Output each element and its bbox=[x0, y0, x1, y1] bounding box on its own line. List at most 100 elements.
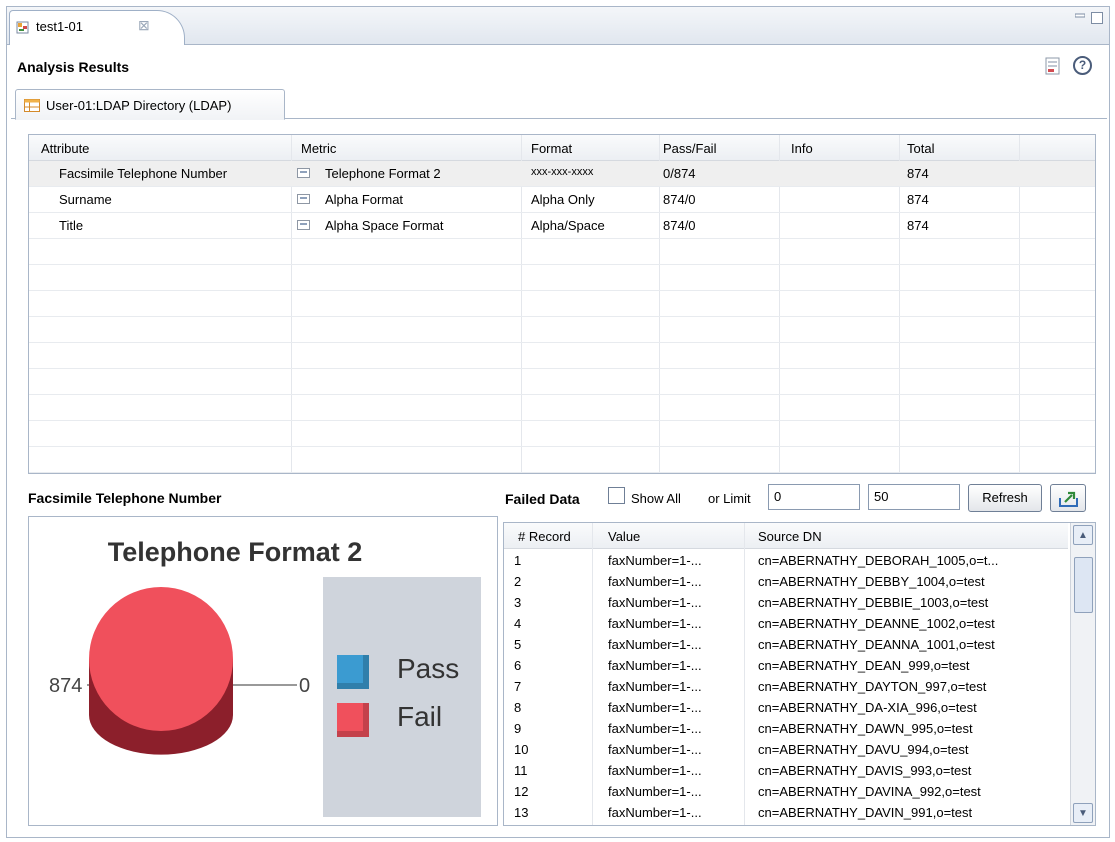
maximize-icon[interactable] bbox=[1091, 12, 1103, 24]
column-header-total[interactable]: Total bbox=[907, 141, 934, 156]
export-button[interactable] bbox=[1050, 484, 1086, 512]
cell-total: 874 bbox=[907, 218, 929, 233]
metric-results-table: Attribute Metric Format Pass/Fail Info T… bbox=[28, 134, 1096, 474]
cell-value: faxNumber=1-... bbox=[608, 742, 702, 757]
column-header-pass-fail[interactable]: Pass/Fail bbox=[663, 141, 716, 156]
table-row[interactable]: 12 faxNumber=1-... cn=ABERNATHY_DAVINA_992… bbox=[504, 782, 1068, 803]
legend-swatch-pass bbox=[337, 655, 369, 689]
refresh-button[interactable]: Refresh bbox=[968, 484, 1042, 512]
cell-metric: Alpha Space Format bbox=[325, 218, 444, 233]
empty-row bbox=[29, 291, 1095, 317]
show-all-checkbox[interactable] bbox=[608, 487, 625, 504]
limit-start-input[interactable]: 0 bbox=[768, 484, 860, 510]
cell-metric: Alpha Format bbox=[325, 192, 404, 207]
column-header-format[interactable]: Format bbox=[531, 141, 572, 156]
minimize-icon[interactable] bbox=[1075, 12, 1085, 20]
cell-source-dn: cn=ABERNATHY_DEBBY_1004,o=test bbox=[758, 574, 985, 589]
empty-row bbox=[29, 369, 1095, 395]
pie-chart: 874 0 bbox=[49, 587, 310, 755]
cell-record: 7 bbox=[514, 679, 522, 694]
table-row[interactable]: Facsimile Telephone Number Telephone Form… bbox=[29, 161, 1095, 187]
pie-value-label-pass: 0 bbox=[299, 675, 310, 697]
table-row[interactable]: 1 faxNumber=1-... cn=ABERNATHY_DEBORAH_100… bbox=[504, 551, 1068, 572]
column-header-source-dn[interactable]: Source DN bbox=[758, 529, 822, 544]
tab-connection[interactable]: User-01:LDAP Directory (LDAP) bbox=[15, 89, 285, 120]
failed-data-label: Failed Data bbox=[505, 491, 580, 507]
empty-row bbox=[29, 239, 1095, 265]
tab-connection-label: User-01:LDAP Directory (LDAP) bbox=[46, 98, 232, 113]
table-row[interactable]: 10 faxNumber=1-... cn=ABERNATHY_DAVU_994,o… bbox=[504, 740, 1068, 761]
help-icon[interactable]: ? bbox=[1073, 56, 1092, 75]
column-header-info[interactable]: Info bbox=[791, 141, 813, 156]
column-header-metric[interactable]: Metric bbox=[301, 141, 336, 156]
table-header: # Record Value Source DN bbox=[504, 523, 1068, 549]
or-limit-label: or Limit bbox=[708, 491, 751, 506]
chart-panel-title: Facsimile Telephone Number bbox=[28, 490, 222, 506]
close-icon[interactable]: ⊠ bbox=[138, 17, 150, 34]
table-row[interactable]: 11 faxNumber=1-... cn=ABERNATHY_DAVIS_993,… bbox=[504, 761, 1068, 782]
cell-source-dn: cn=ABERNATHY_DAVIS_993,o=test bbox=[758, 763, 972, 778]
cell-value: faxNumber=1-... bbox=[608, 574, 702, 589]
table-icon bbox=[24, 99, 40, 112]
vertical-scrollbar[interactable]: ▲ ▼ bbox=[1070, 523, 1095, 825]
editor-tab-label: test1-01 bbox=[36, 19, 83, 34]
cell-source-dn: cn=ABERNATHY_DAVIN_991,o=test bbox=[758, 805, 973, 820]
table-row[interactable]: 2 faxNumber=1-... cn=ABERNATHY_DEBBY_1004,… bbox=[504, 572, 1068, 593]
page-title: Analysis Results bbox=[17, 59, 130, 75]
cell-record: 4 bbox=[514, 616, 522, 631]
table-row[interactable]: 7 faxNumber=1-... cn=ABERNATHY_DAYTON_997,… bbox=[504, 677, 1068, 698]
scrollbar-thumb[interactable] bbox=[1074, 557, 1093, 613]
cell-attribute: Title bbox=[59, 218, 84, 233]
cell-format: xxx-xxx-xxxx bbox=[531, 166, 594, 178]
empty-row bbox=[29, 343, 1095, 369]
table-row[interactable]: 5 faxNumber=1-... cn=ABERNATHY_DEANNA_1001… bbox=[504, 635, 1068, 656]
cell-value: faxNumber=1-... bbox=[608, 763, 702, 778]
cell-record: 5 bbox=[514, 637, 522, 652]
table-row[interactable]: 13 faxNumber=1-... cn=ABERNATHY_DAVIN_991,… bbox=[504, 803, 1068, 824]
cell-source-dn: cn=ABERNATHY_DA-XIA_996,o=test bbox=[758, 700, 977, 715]
column-header-value[interactable]: Value bbox=[608, 529, 640, 544]
cell-record: 12 bbox=[514, 784, 529, 799]
column-header-attribute[interactable]: Attribute bbox=[41, 141, 89, 156]
column-header-record[interactable]: # Record bbox=[518, 529, 571, 544]
empty-row bbox=[29, 395, 1095, 421]
table-row[interactable]: 6 faxNumber=1-... cn=ABERNATHY_DEAN_999,o=… bbox=[504, 656, 1068, 677]
cell-record: 1 bbox=[514, 553, 522, 568]
connection-tabbar: User-01:LDAP Directory (LDAP) bbox=[11, 89, 1107, 120]
cell-value: faxNumber=1-... bbox=[608, 658, 702, 673]
cell-value: faxNumber=1-... bbox=[608, 616, 702, 631]
cell-record: 6 bbox=[514, 658, 522, 673]
cell-record: 8 bbox=[514, 700, 522, 715]
cell-pass-fail: 0/874 bbox=[663, 166, 696, 181]
chart-legend: Pass Fail bbox=[323, 577, 481, 817]
cell-metric: Telephone Format 2 bbox=[325, 166, 441, 181]
cell-attribute: Surname bbox=[59, 192, 112, 207]
table-header: Attribute Metric Format Pass/Fail Info T… bbox=[29, 135, 1095, 161]
table-row[interactable]: 8 faxNumber=1-... cn=ABERNATHY_DA-XIA_996,… bbox=[504, 698, 1068, 719]
export-icon bbox=[1059, 491, 1078, 507]
cell-attribute: Facsimile Telephone Number bbox=[59, 166, 228, 181]
editor-tab[interactable]: test1-01 ⊠ bbox=[9, 10, 185, 45]
report-icon[interactable] bbox=[1045, 57, 1061, 75]
cell-source-dn: cn=ABERNATHY_DAWN_995,o=test bbox=[758, 721, 973, 736]
table-row[interactable]: Title Alpha Space Format Alpha/Space 874/0 8… bbox=[29, 213, 1095, 239]
limit-count-input[interactable]: 50 bbox=[868, 484, 960, 510]
form-header: Analysis Results ? bbox=[7, 45, 1109, 85]
scroll-up-icon[interactable]: ▲ bbox=[1073, 525, 1093, 545]
empty-row bbox=[29, 421, 1095, 447]
editor-tabbar: test1-01 ⊠ bbox=[7, 7, 1109, 45]
scroll-down-icon[interactable]: ▼ bbox=[1073, 803, 1093, 823]
cell-value: faxNumber=1-... bbox=[608, 805, 702, 820]
table-row[interactable]: Surname Alpha Format Alpha Only 874/0 874 bbox=[29, 187, 1095, 213]
cell-record: 11 bbox=[514, 763, 528, 778]
analysis-file-icon bbox=[16, 21, 29, 34]
table-row[interactable]: 3 faxNumber=1-... cn=ABERNATHY_DEBBIE_1003… bbox=[504, 593, 1068, 614]
legend-label-pass: Pass bbox=[397, 653, 460, 684]
table-row[interactable]: 4 faxNumber=1-... cn=ABERNATHY_DEANNE_1002… bbox=[504, 614, 1068, 635]
table-row[interactable]: 9 faxNumber=1-... cn=ABERNATHY_DAWN_995,o=… bbox=[504, 719, 1068, 740]
empty-row bbox=[29, 317, 1095, 343]
failed-data-table: # Record Value Source DN 1 faxNumber=1-..… bbox=[503, 522, 1096, 826]
cell-source-dn: cn=ABERNATHY_DEBORAH_1005,o=t... bbox=[758, 553, 999, 568]
cell-record: 9 bbox=[514, 721, 522, 736]
show-all-label[interactable]: Show All bbox=[631, 491, 681, 506]
